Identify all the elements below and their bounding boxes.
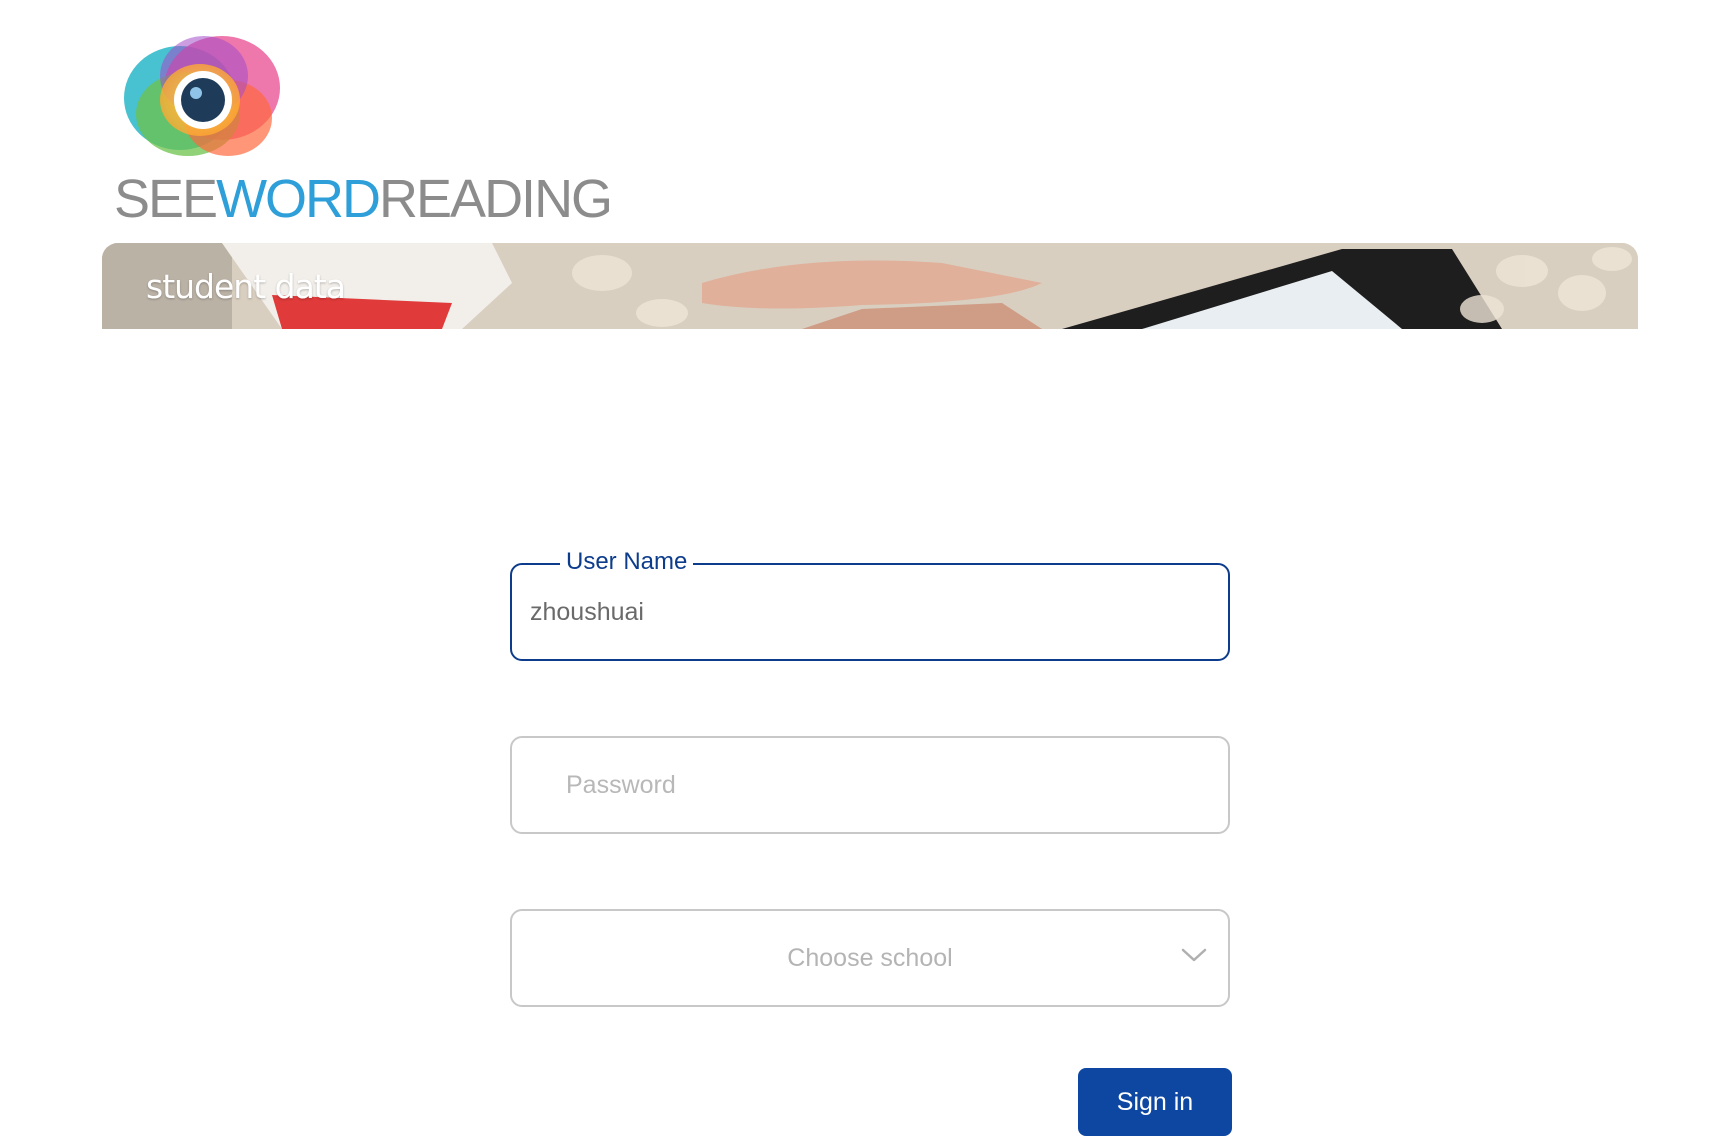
username-field[interactable]: User Name [510,547,1230,661]
brand-wordmark: SEEWORDREADING [114,164,613,234]
brand-see: SEE [114,169,218,229]
brand-reading: READING [379,169,613,229]
password-input[interactable] [566,738,1206,832]
password-field[interactable] [510,736,1230,834]
eye-icon [124,36,280,156]
banner-title: student data [146,267,346,306]
username-input[interactable] [530,575,1210,649]
chevron-down-icon[interactable] [1180,945,1208,965]
school-select[interactable]: Choose school [510,909,1230,1007]
header-banner: student data [102,243,1638,329]
sign-in-button[interactable]: Sign in [1078,1068,1232,1136]
username-label: User Name [560,547,694,577]
brand-word: WORD [216,169,381,229]
school-select-value: Choose school [787,944,953,972]
login-page: SEEWORDREADING student data User Name zh… [0,0,1736,1139]
